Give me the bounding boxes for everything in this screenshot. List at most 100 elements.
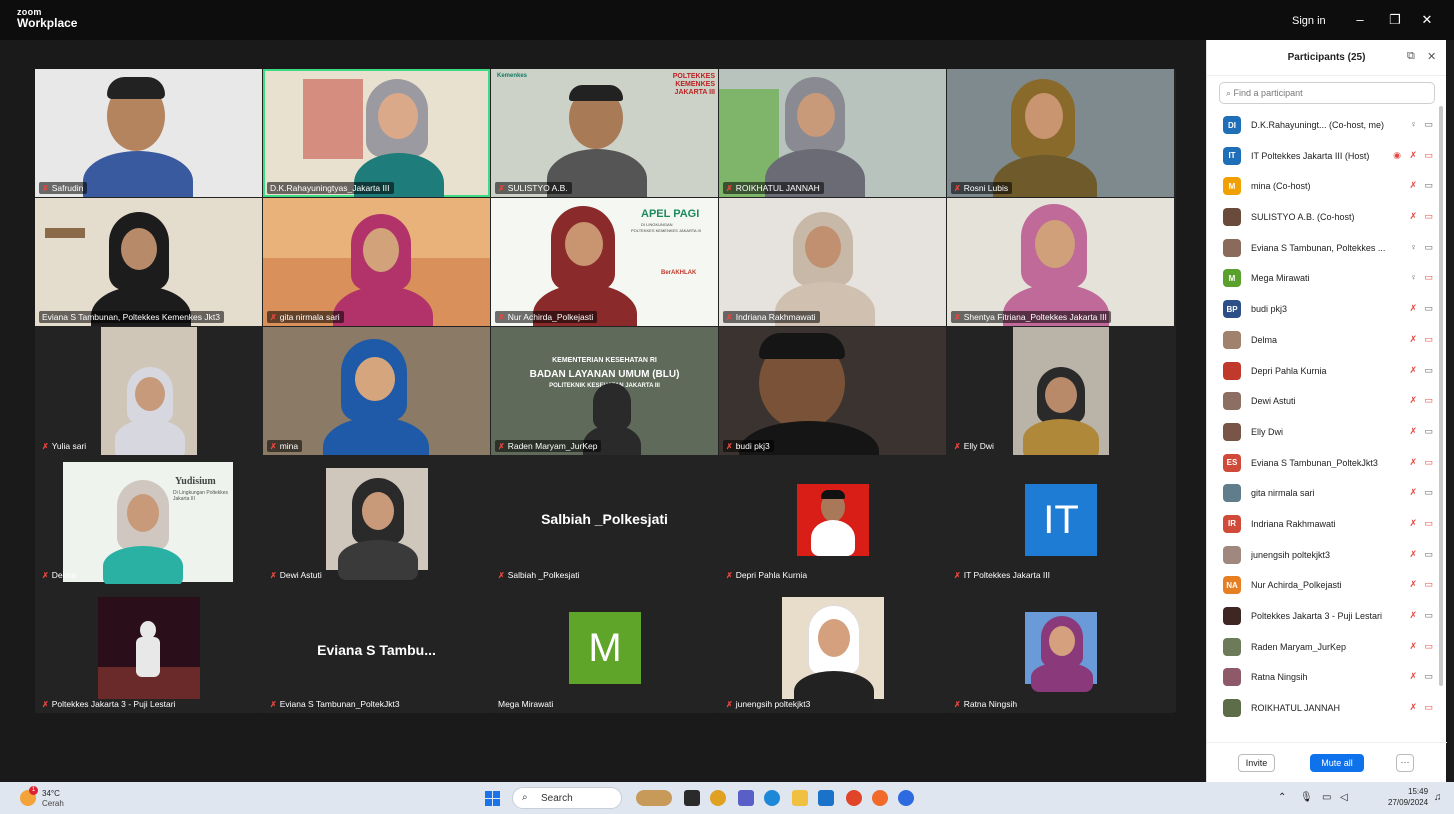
video-tile[interactable]: ✗ Safrudin (35, 69, 262, 197)
microphone-icon[interactable]: ♀ (1410, 119, 1417, 129)
participant-row[interactable]: Rosni Lubis✗▭ (1207, 724, 1447, 730)
participant-row[interactable]: Depri Pahla Kurnia ✗ ▭ (1207, 356, 1447, 387)
copilot-icon[interactable] (710, 790, 726, 806)
participant-row[interactable]: Eviana S Tambunan, Poltekkes ... ♀ ▭ (1207, 233, 1447, 264)
video-tile[interactable]: ✗ gita nirmala sari (263, 198, 490, 326)
video-tile[interactable]: Eviana S Tambu... ✗ Eviana S Tambunan_Pol… (263, 585, 490, 713)
participant-row[interactable]: gita nirmala sari ✗ ▭ (1207, 478, 1447, 509)
video-tile[interactable]: Kemenkes POLTEKKES KEMENKES JAKARTA III … (491, 69, 718, 197)
video-camera-icon[interactable]: ▭ (1424, 426, 1433, 437)
teams-icon[interactable] (738, 790, 754, 806)
mic-muted-icon[interactable]: ✗ (1409, 518, 1417, 529)
restore-button[interactable]: ❐ (1386, 11, 1404, 29)
participant-search-input[interactable]: ⌕ Find a participant (1219, 82, 1435, 104)
sign-in-link[interactable]: Sign in (1292, 15, 1326, 27)
mic-muted-icon[interactable]: ✗ (1409, 579, 1417, 590)
video-camera-icon[interactable]: ▭ (1424, 549, 1433, 560)
video-camera-icon[interactable]: ▭ (1424, 487, 1433, 498)
mic-muted-icon[interactable]: ✗ (1409, 641, 1417, 652)
task-view-icon[interactable] (684, 790, 700, 806)
mute-all-button[interactable]: Mute all (1310, 754, 1364, 772)
participant-row[interactable]: ROIKHATUL JANNAH ✗ ▭ (1207, 693, 1447, 724)
participant-row[interactable]: Poltekkes Jakarta 3 - Puji Lestari ✗ ▭ (1207, 601, 1447, 632)
microphone-icon[interactable]: ♀ (1410, 242, 1417, 252)
mic-muted-icon[interactable]: ✗ (1409, 610, 1417, 621)
microphone-tray-icon[interactable]: 🎙 (1300, 792, 1313, 803)
video-camera-icon[interactable]: ▭ (1424, 365, 1433, 376)
video-tile[interactable]: APEL PAGI DI LINGKUNGAN POLTEKKES KEMENK… (491, 198, 718, 326)
video-camera-icon[interactable]: ▭ (1424, 518, 1433, 529)
participant-row[interactable]: Elly Dwi ✗ ▭ (1207, 417, 1447, 448)
video-camera-icon[interactable]: ▭ (1424, 119, 1433, 130)
video-tile[interactable]: ✗ mina (263, 327, 490, 455)
show-hidden-icons-icon[interactable]: ⌃ (1278, 792, 1286, 803)
video-camera-icon[interactable]: ▭ (1424, 150, 1433, 161)
mic-muted-icon[interactable]: ✗ (1409, 365, 1417, 376)
participant-row[interactable]: Raden Maryam_JurKep ✗ ▭ (1207, 632, 1447, 663)
participant-row[interactable]: junengsih poltekjkt3 ✗ ▭ (1207, 540, 1447, 571)
mic-muted-icon[interactable]: ✗ (1409, 487, 1417, 498)
participant-row[interactable]: Ratna Ningsih ✗ ▭ (1207, 662, 1447, 693)
video-tile[interactable]: ✗ junengsih poltekjkt3 (719, 585, 946, 713)
participant-row[interactable]: SULISTYO A.B. (Co-host) ✗ ▭ (1207, 202, 1447, 233)
video-camera-icon[interactable]: ▭ (1424, 457, 1433, 468)
video-tile[interactable]: Salbiah _Polkesjati ✗ Salbiah _Polkesjati (491, 456, 718, 584)
participant-row[interactable]: BP budi pkj3 ✗ ▭ (1207, 294, 1447, 325)
invite-button[interactable]: Invite (1238, 754, 1275, 772)
video-camera-icon[interactable]: ▭ (1424, 211, 1433, 222)
participant-row[interactable]: ES Eviana S Tambunan_PoltekJkt3 ✗ ▭ (1207, 448, 1447, 479)
microphone-icon[interactable]: ♀ (1410, 272, 1417, 282)
participant-row[interactable]: DI D.K.Rahayuningt... (Co-host, me) ♀ ▭ (1207, 110, 1447, 141)
video-camera-icon[interactable]: ▭ (1424, 579, 1433, 590)
video-tile[interactable]: ✗ ROIKHATUL JANNAH (719, 69, 946, 197)
close-panel-icon[interactable]: ✕ (1427, 50, 1436, 63)
mic-muted-icon[interactable]: ✗ (1409, 395, 1417, 406)
taskbar-search-box[interactable]: ⌕ Search (512, 787, 622, 809)
network-icon[interactable]: ▭ (1322, 792, 1331, 803)
video-tile[interactable]: ✗ Depri Pahla Kurnia (719, 456, 946, 584)
more-button[interactable]: ··· (1396, 754, 1414, 772)
video-camera-icon[interactable]: ▭ (1424, 334, 1433, 345)
mic-muted-icon[interactable]: ✗ (1409, 671, 1417, 682)
participant-row[interactable]: M Mega Mirawati ♀ ▭ (1207, 263, 1447, 294)
video-camera-icon[interactable]: ▭ (1424, 610, 1433, 621)
notification-bell-icon[interactable]: ♫ (1434, 792, 1442, 803)
participant-row[interactable]: Delma ✗ ▭ (1207, 325, 1447, 356)
participant-row[interactable]: IR Indriana Rakhmawati ✗ ▭ (1207, 509, 1447, 540)
video-camera-icon[interactable]: ▭ (1424, 671, 1433, 682)
participant-row[interactable]: NA Nur Achirda_Polkejasti ✗ ▭ (1207, 570, 1447, 601)
file-explorer-icon[interactable] (792, 790, 808, 806)
video-tile[interactable]: ✗ budi pkj3 (719, 327, 946, 455)
volume-icon[interactable]: ◁ (1340, 792, 1348, 803)
mic-muted-icon[interactable]: ✗ (1409, 211, 1417, 222)
participant-row[interactable]: Mmina (Co-host) ✗ ▭ (1207, 171, 1447, 202)
video-tile[interactable]: ✗ Indriana Rakhmawati (719, 198, 946, 326)
video-tile[interactable]: ✗ Dewi Astuti (263, 456, 490, 584)
windows-start-icon[interactable] (485, 791, 500, 806)
video-tile[interactable]: KEMENTERIAN KESEHATAN RI BADAN LAYANAN U… (491, 327, 718, 455)
widgets-icon[interactable] (636, 790, 672, 806)
mic-muted-icon[interactable]: ✗ (1409, 457, 1417, 468)
close-button[interactable]: ✕ (1418, 11, 1436, 29)
edge-browser-icon[interactable] (764, 790, 780, 806)
video-camera-icon[interactable]: ▭ (1424, 641, 1433, 652)
video-camera-icon[interactable]: ▭ (1424, 272, 1433, 283)
chrome-icon[interactable] (846, 790, 862, 806)
video-tile[interactable]: ✗ Yulia sari (35, 327, 262, 455)
zoom-taskbar-icon[interactable] (898, 790, 914, 806)
mic-muted-icon[interactable]: ✗ (1409, 334, 1417, 345)
video-camera-icon[interactable]: ▭ (1424, 242, 1433, 253)
minimize-button[interactable]: – (1351, 11, 1369, 29)
video-tile-active-speaker[interactable]: D.K.Rahayuningtyas_Jakarta III (263, 69, 490, 197)
mic-muted-icon[interactable]: ✗ (1409, 426, 1417, 437)
system-clock[interactable]: 15:49 27/09/2024 (1388, 786, 1428, 808)
pop-out-icon[interactable]: ⧉ (1407, 50, 1415, 63)
video-tile[interactable]: ✗ Poltekkes Jakarta 3 - Puji Lestari (35, 585, 262, 713)
video-tile[interactable]: Yudisium Di Lingkungan Poltekkes Jakarta… (35, 456, 262, 584)
video-camera-icon[interactable]: ▭ (1424, 702, 1433, 713)
mic-muted-icon[interactable]: ✗ (1409, 180, 1417, 191)
video-camera-icon[interactable]: ▭ (1424, 395, 1433, 406)
mic-muted-icon[interactable]: ✗ (1409, 549, 1417, 560)
mail-icon[interactable] (818, 790, 834, 806)
video-tile[interactable]: ✗ Elly Dwi (947, 327, 1174, 455)
